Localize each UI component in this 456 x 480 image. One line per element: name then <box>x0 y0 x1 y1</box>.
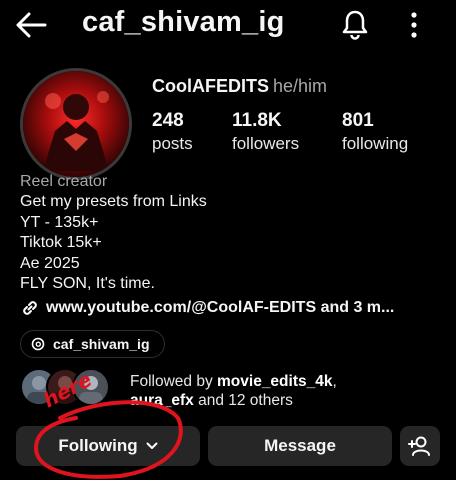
suggest-people-button[interactable] <box>400 426 440 466</box>
threads-handle: caf_shivam_ig <box>53 336 150 352</box>
back-arrow-icon[interactable] <box>14 10 48 40</box>
display-name-row: CoolAFEDITS he/him <box>152 76 327 97</box>
stat-count: 248 <box>152 110 184 131</box>
mutual-avatars[interactable] <box>20 368 124 408</box>
bio-line: Get my presets from Links <box>20 193 207 210</box>
bio-line: Ae 2025 <box>20 254 80 272</box>
mutual-user[interactable]: aura_efx <box>130 392 194 409</box>
link-text: www.youtube.com/@CoolAF-EDITS and 3 m... <box>46 299 395 316</box>
stat-label: following <box>342 134 409 153</box>
stat-followers[interactable]: 11.8K followers <box>232 110 299 156</box>
mutual-user[interactable]: movie_edits_4k <box>217 373 332 390</box>
threads-icon <box>31 337 45 351</box>
profile-link[interactable]: www.youtube.com/@CoolAF-EDITS and 3 m... <box>20 298 394 318</box>
category-label: Reel creator <box>20 173 108 190</box>
stat-count: 801 <box>342 110 374 131</box>
message-button[interactable]: Message <box>208 426 392 466</box>
chevron-down-icon <box>146 442 158 449</box>
following-label: Following <box>58 436 138 455</box>
profile-avatar[interactable] <box>20 68 132 180</box>
profile-bio: Reel creator Get my presets from Links Y… <box>20 172 440 295</box>
stat-posts[interactable]: 248 posts <box>152 110 193 156</box>
bio-line: FLY SON, It's time. <box>20 275 155 292</box>
stat-label: posts <box>152 134 193 153</box>
followed-by-prefix: Followed by <box>130 373 218 390</box>
followed-by-text[interactable]: Followed by movie_edits_4k, aura_efx and … <box>130 372 430 410</box>
message-label: Message <box>264 436 336 455</box>
display-name: CoolAFEDITS <box>152 76 269 96</box>
bell-icon[interactable] <box>340 8 370 40</box>
stat-following[interactable]: 801 following <box>342 110 408 156</box>
link-icon <box>23 301 37 315</box>
bio-line: Tiktok 15k+ <box>20 234 102 251</box>
following-button[interactable]: Following <box>16 426 200 466</box>
add-person-icon <box>408 436 430 456</box>
separator: , <box>332 373 337 390</box>
top-bar: caf_shivam_ig <box>0 0 456 50</box>
bio-line: YT - 135k+ <box>20 213 99 231</box>
stat-label: followers <box>232 134 300 153</box>
mutual-avatar <box>72 368 110 406</box>
stat-count: 11.8K <box>232 110 282 131</box>
profile-username: caf_shivam_ig <box>82 6 285 38</box>
pronouns: he/him <box>273 76 328 96</box>
threads-badge[interactable]: caf_shivam_ig <box>20 330 165 358</box>
followed-by-suffix: and 12 others <box>193 392 293 409</box>
more-vertical-icon[interactable] <box>404 10 424 40</box>
